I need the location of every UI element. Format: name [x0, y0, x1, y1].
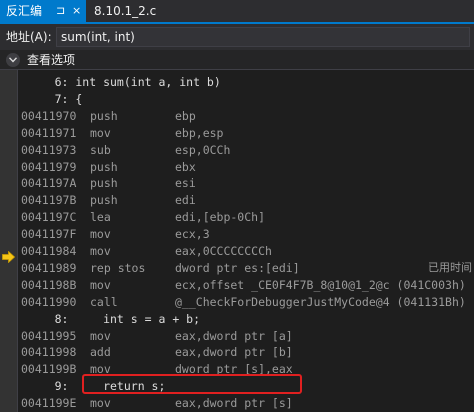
instruction-mnemonic: mov — [90, 277, 111, 292]
instruction-mnemonic: mov — [90, 125, 111, 140]
source-line-text: 6: int sum(int a, int b) — [20, 75, 221, 89]
instruction-address: 00411984 — [21, 244, 77, 258]
disassembly-code-view[interactable]: 6: int sum(int a, int b) 7: { 00411970 pus… — [20, 70, 474, 412]
instruction-operands: eax,dword ptr [s] — [175, 396, 293, 411]
view-options-label[interactable]: 查看选项 — [27, 50, 75, 70]
instruction-operands: edi — [175, 193, 196, 208]
elapsed-time-hint: 已用时间 <= 1ms — [428, 260, 472, 274]
instruction-operands: eax,0CCCCCCCCh — [175, 244, 272, 258]
instruction-mnemonic: call — [90, 294, 118, 309]
instruction-operands: eax,dword ptr [a] — [175, 328, 293, 343]
instruction-address: 0041197C — [21, 210, 77, 225]
close-icon[interactable]: × — [72, 0, 81, 22]
tab-disassembly-label: 反汇编 — [6, 4, 43, 18]
instruction-operands: dword ptr es:[edi] — [175, 260, 300, 275]
chevron-down-icon[interactable] — [6, 53, 20, 67]
instruction-address: 00411970 — [21, 108, 77, 123]
address-input[interactable] — [56, 27, 470, 47]
instruction-address: 0041199B — [21, 362, 77, 377]
breakpoint-margin[interactable] — [0, 70, 18, 412]
instruction-mnemonic: mov — [90, 396, 111, 411]
instruction-operands: eax,dword ptr [b] — [175, 345, 293, 360]
instruction-operands: esp,0CCh — [175, 142, 231, 157]
instruction-operands: edi,[ebp-0Ch] — [175, 210, 266, 225]
instruction-address: 00411971 — [21, 125, 77, 140]
instruction-mnemonic: mov — [90, 227, 111, 242]
instruction-operands: ecx,3 — [175, 227, 210, 242]
source-line-text: 7: { — [20, 91, 83, 106]
highlight-annotation-box — [82, 374, 302, 394]
document-tab-strip: 反汇编 ⊐ × 8.10.1_2.c — [0, 0, 474, 24]
pin-icon[interactable]: ⊐ — [56, 0, 65, 22]
instruction-address: 0041197B — [21, 193, 77, 208]
instruction-mnemonic: push — [90, 159, 118, 174]
address-bar: 地址(A): — [0, 24, 474, 50]
instruction-mnemonic: lea — [90, 210, 111, 225]
instruction-address: 0041197F — [21, 227, 77, 242]
instruction-mnemonic: mov — [90, 328, 111, 343]
instruction-mnemonic: add — [90, 345, 111, 360]
address-label: 地址(A): — [6, 30, 52, 44]
instruction-pointer-arrow-icon — [2, 248, 16, 267]
instruction-address: 00411973 — [21, 142, 77, 157]
instruction-operands: ecx,offset _CE0F4F7B_8@10@1_2@c (041C003… — [175, 277, 466, 292]
tab-source-file-label: 8.10.1_2.c — [94, 4, 157, 18]
instruction-address: 00411979 — [21, 159, 77, 174]
instruction-operands: ebp,esp — [175, 125, 224, 140]
instruction-mnemonic: push — [90, 108, 118, 123]
instruction-address: 0041197A — [21, 176, 77, 191]
instruction-operands: ebp — [175, 108, 196, 123]
instruction-mnemonic: mov — [90, 244, 111, 258]
tab-disassembly[interactable]: 反汇编 ⊐ × — [0, 0, 86, 22]
view-options-bar: 查看选项 — [0, 50, 474, 70]
instruction-mnemonic: push — [90, 176, 118, 191]
instruction-mnemonic: push — [90, 193, 118, 208]
instruction-mnemonic: rep stos — [90, 260, 146, 275]
instruction-address: 00411998 — [21, 345, 77, 360]
instruction-address: 00411990 — [21, 294, 77, 309]
instruction-operands: esi — [175, 176, 196, 191]
instruction-address: 0041198B — [21, 277, 77, 292]
instruction-mnemonic: sub — [90, 142, 111, 157]
instruction-address: 0041199E — [21, 396, 77, 411]
instruction-address: 00411989 — [21, 260, 77, 275]
instruction-operands: ebx — [175, 159, 196, 174]
source-line-text: 8: int s = a + b; — [20, 311, 201, 326]
instruction-operands: @__CheckForDebuggerJustMyCode@4 (041131B… — [175, 294, 466, 309]
instruction-address: 00411995 — [21, 328, 77, 343]
tab-source-file[interactable]: 8.10.1_2.c — [86, 0, 164, 22]
